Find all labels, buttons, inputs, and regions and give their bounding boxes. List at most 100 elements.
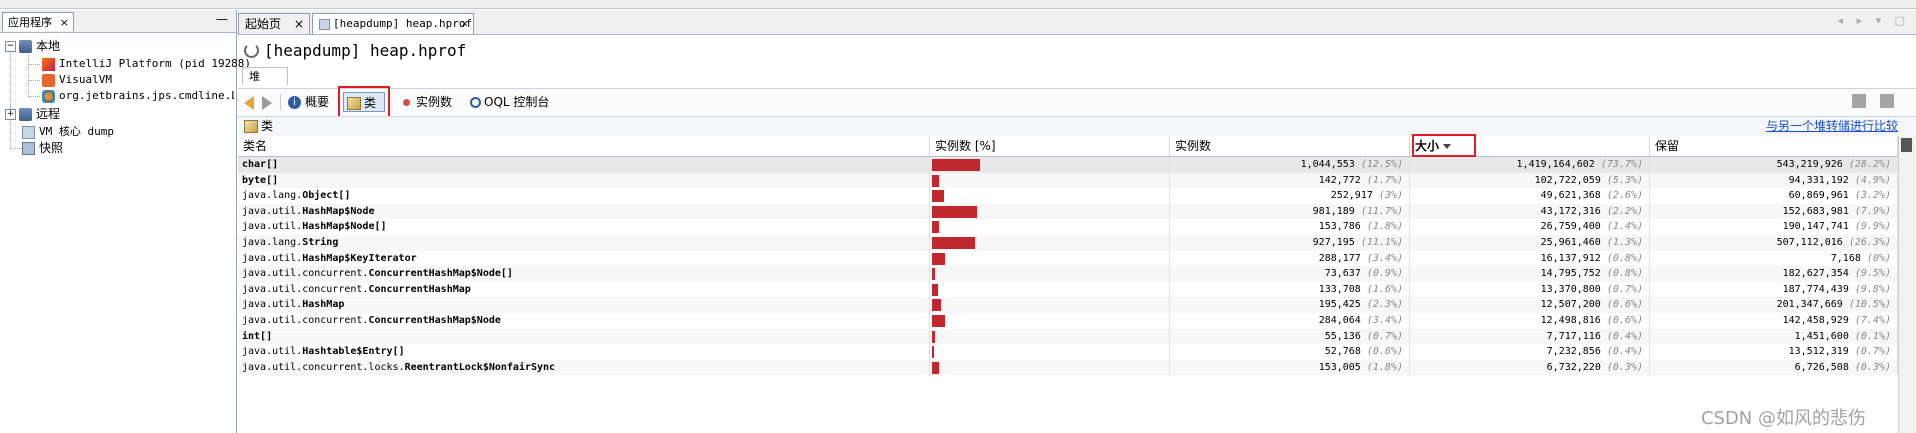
scrollbar-thumb[interactable] — [1901, 138, 1912, 152]
percent: (11.1%) — [1360, 236, 1403, 248]
percent: (28.2%) — [1848, 159, 1891, 170]
package-name: java.util. — [242, 346, 303, 358]
instances-cell: 284,064 (3.4%) — [1170, 312, 1410, 329]
percent: (0.6%) — [1606, 299, 1643, 311]
percent: (1.8%) — [1366, 221, 1403, 233]
applications-tree: − 本地 IntelliJ Platform (pid 19288) Visual… — [0, 33, 251, 155]
table-row[interactable]: java.util.concurrent.locks.ReentrantLock… — [238, 359, 1898, 376]
retained-cell: 7,168 (0%) — [1650, 250, 1898, 267]
oql-label: OQL 控制台 — [484, 95, 550, 109]
close-icon[interactable]: × — [294, 14, 304, 34]
instances-bar-cell — [930, 203, 1170, 220]
value: 55,136 — [1324, 330, 1361, 342]
tree-node-local[interactable]: − 本地 — [5, 37, 60, 55]
percent: (26.3%) — [1848, 236, 1891, 248]
class-name-cell: java.util.Hashtable$Entry[] — [238, 344, 930, 360]
table-row[interactable]: java.util.HashMap$Node[] 153,786 (1.8%) 26… — [238, 219, 1898, 235]
table-row[interactable]: java.lang.String 927,195 (11.1%) 25,961,46… — [238, 234, 1898, 251]
percent: (7.4%) — [1854, 314, 1891, 326]
table-row[interactable]: java.util.concurrent.ConcurrentHashMap$N… — [238, 266, 1898, 282]
package-name: java.util.concurrent. — [242, 314, 369, 326]
instances-bar — [932, 236, 975, 249]
table-row[interactable]: java.util.concurrent.ConcurrentHashMap 13… — [238, 281, 1898, 298]
retained-cell: 187,774,439 (9.8%) — [1650, 281, 1898, 298]
value: 7,168 — [1830, 252, 1861, 264]
vertical-scrollbar[interactable] — [1898, 136, 1915, 433]
value: 142,772 — [1318, 174, 1361, 186]
collapse-icon[interactable]: − — [5, 41, 16, 52]
tree-node-remote[interactable]: + 远程 — [5, 105, 60, 123]
tab-heap-dump[interactable]: 堆 Dump — [242, 67, 288, 101]
table-row[interactable]: java.lang.Object[] 252,917 (3%) 49,621,368… — [238, 188, 1898, 204]
instances-bar-cell — [930, 157, 1170, 173]
oql-console-button[interactable]: OQL 控制台 — [470, 92, 549, 112]
back-button[interactable] — [244, 92, 254, 112]
highlight-box — [338, 86, 390, 118]
applications-tab[interactable]: 应用程序 × — [2, 12, 74, 31]
size-cell: 6,732,220 (0.3%) — [1410, 359, 1650, 376]
tab-navigation-icons[interactable]: ◂ ▸ ▾ □ — [1838, 14, 1910, 27]
instances-button[interactable]: 实例数 — [403, 92, 452, 112]
value: 152,683,981 — [1782, 205, 1849, 217]
close-icon[interactable]: × — [461, 14, 468, 34]
tree-guide-line — [28, 55, 29, 97]
summary-button[interactable]: i 概要 — [288, 92, 329, 112]
percent: (2.2%) — [1606, 205, 1643, 217]
instances-bar-cell — [930, 328, 1170, 345]
size-cell: 14,795,752 (0.8%) — [1410, 266, 1650, 282]
size-cell: 12,507,200 (0.6%) — [1410, 297, 1650, 313]
table-body: char[] 1,044,553 (12.5%) 1,419,164,602 (73… — [238, 157, 1898, 376]
column-header-retained[interactable]: 保留 — [1650, 136, 1898, 156]
table-row[interactable]: java.util.concurrent.ConcurrentHashMap$N… — [238, 312, 1898, 329]
tab-start-page[interactable]: 起始页 × — [238, 13, 310, 34]
instances-bar-cell — [930, 266, 1170, 282]
minimize-icon[interactable]: — — [216, 12, 228, 26]
column-header-name[interactable]: 类名 — [238, 136, 930, 156]
tree-node-snapshots[interactable]: 快照 — [22, 139, 63, 157]
snapshot-tool-icon[interactable] — [1880, 94, 1894, 108]
instances-bar — [932, 252, 945, 265]
table-row[interactable]: int[] 55,136 (0.7%) 7,717,116 (0.4%) 1,451,… — [238, 328, 1898, 345]
class-name-cell: java.util.HashMap$Node[] — [238, 219, 930, 235]
tab-label: 起始页 — [245, 17, 282, 31]
expand-icon[interactable]: + — [5, 109, 16, 120]
table-row[interactable]: byte[] 142,772 (1.7%) 102,722,059 (5.3%) 94… — [238, 172, 1898, 189]
percent: (7.9%) — [1854, 205, 1891, 217]
table-row[interactable]: java.util.HashMap$KeyIterator 288,177 (3.… — [238, 250, 1898, 267]
size-cell: 16,137,912 (0.8%) — [1410, 250, 1650, 267]
percent: (4.9%) — [1854, 174, 1891, 186]
percent: (3.2%) — [1854, 190, 1891, 202]
column-header-instances-pct[interactable]: 实例数 [%] — [930, 136, 1170, 156]
percent: (0.3%) — [1606, 361, 1643, 373]
size-cell: 7,232,856 (0.4%) — [1410, 344, 1650, 360]
percent: (1.4%) — [1606, 221, 1643, 233]
instances-cell: 142,772 (1.7%) — [1170, 172, 1410, 189]
export-icon[interactable] — [1852, 94, 1866, 108]
column-header-instances[interactable]: 实例数 — [1170, 136, 1410, 156]
tab-heapdump[interactable]: [heapdump] heap.hprof × — [312, 13, 474, 34]
percent: (0.6%) — [1606, 314, 1643, 326]
percent: (3%) — [1378, 190, 1403, 202]
forward-button[interactable] — [262, 92, 272, 112]
back-arrow-icon — [244, 95, 254, 110]
compare-heapdump-link[interactable]: 与另一个堆转储进行比较 — [1766, 119, 1898, 134]
watermark: CSDN @如风的悲伤 — [1700, 408, 1866, 429]
main-panel: 起始页 × [heapdump] heap.hprof × ◂ ▸ ▾ □ [h… — [238, 10, 1916, 433]
table-row[interactable]: char[] 1,044,553 (12.5%) 1,419,164,602 (73… — [238, 157, 1898, 173]
value: 981,189 — [1312, 205, 1355, 217]
close-icon[interactable]: × — [60, 13, 69, 32]
class-simple-name: String — [302, 236, 339, 248]
percent: (0.3%) — [1854, 361, 1891, 373]
class-name-cell: java.lang.String — [238, 234, 930, 251]
table-row[interactable]: java.util.Hashtable$Entry[] 52,768 (0.6%)… — [238, 344, 1898, 360]
instances-bar — [932, 174, 939, 187]
table-row[interactable]: java.util.HashMap 195,425 (2.3%) 12,507,20… — [238, 297, 1898, 313]
instances-cell: 195,425 (2.3%) — [1170, 297, 1410, 313]
table-row[interactable]: java.util.HashMap$Node 981,189 (11.7%) 43,… — [238, 203, 1898, 220]
instances-label: 实例数 — [416, 95, 453, 109]
tree-node-jps-launcher[interactable]: org.jetbrains.jps.cmdline.Launcher — [42, 87, 234, 105]
document-tabbar: 起始页 × [heapdump] heap.hprof × ◂ ▸ ▾ □ — [238, 10, 1916, 35]
classes-section-header: 类 与另一个堆转储进行比较 — [238, 116, 1916, 137]
percent: (0.7%) — [1606, 283, 1643, 295]
remote-host-icon — [19, 108, 32, 121]
